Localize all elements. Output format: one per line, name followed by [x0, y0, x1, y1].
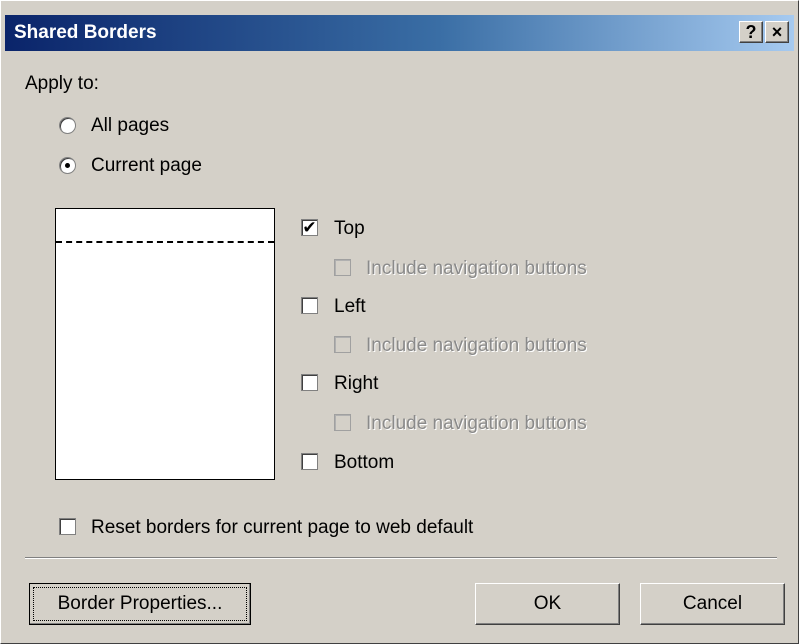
radio-selected-dot	[65, 163, 70, 168]
right-checkbox[interactable]	[301, 374, 318, 391]
bottom-checkbox[interactable]	[301, 453, 318, 470]
separator	[25, 557, 777, 559]
cancel-button[interactable]: Cancel	[640, 583, 785, 625]
help-button[interactable]: ?	[739, 21, 763, 43]
right-nav-checkbox	[334, 414, 351, 431]
shared-borders-dialog: Shared Borders ? × Apply to: All pages C…	[0, 0, 799, 644]
ok-button[interactable]: OK	[475, 583, 620, 625]
dialog-title: Shared Borders	[14, 22, 157, 43]
current-page-radio[interactable]	[59, 157, 76, 174]
left-nav-label: Include navigation buttons	[366, 335, 587, 356]
title-bar: Shared Borders ? ×	[5, 15, 794, 51]
bottom-label[interactable]: Bottom	[334, 452, 394, 474]
right-nav-label: Include navigation buttons	[366, 413, 587, 434]
all-pages-label[interactable]: All pages	[91, 115, 169, 137]
reset-label[interactable]: Reset borders for current page to web de…	[91, 517, 473, 539]
all-pages-radio[interactable]	[59, 117, 76, 134]
left-nav-checkbox	[334, 336, 351, 353]
left-checkbox[interactable]	[301, 297, 318, 314]
reset-checkbox[interactable]	[59, 518, 76, 535]
close-button[interactable]: ×	[765, 21, 789, 43]
border-properties-button[interactable]: Border Properties...	[29, 583, 251, 625]
border-preview	[55, 208, 275, 480]
current-page-label[interactable]: Current page	[91, 155, 202, 177]
top-border-preview-line	[56, 241, 274, 243]
top-nav-checkbox	[334, 259, 351, 276]
top-checkbox[interactable]: ✔	[301, 219, 318, 236]
left-label[interactable]: Left	[334, 296, 366, 318]
top-label[interactable]: Top	[334, 218, 365, 240]
right-label[interactable]: Right	[334, 373, 378, 395]
top-nav-label: Include navigation buttons	[366, 258, 587, 279]
apply-to-label: Apply to:	[25, 73, 99, 94]
